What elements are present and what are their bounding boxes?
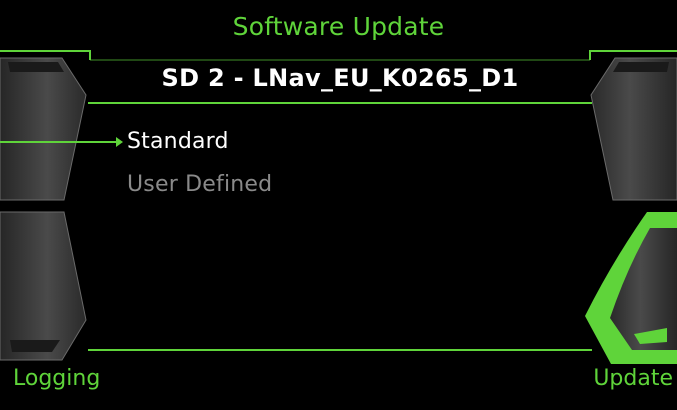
- software-update-screen: Software Update SD 2 - LNav_EU_K0265_D1 …: [0, 0, 677, 410]
- update-package-name: SD 2 - LNav_EU_K0265_D1: [161, 64, 519, 92]
- option-standard[interactable]: Standard: [127, 129, 229, 154]
- logging-softkey-label[interactable]: Logging: [13, 366, 100, 391]
- update-softkey-label[interactable]: Update: [593, 366, 673, 391]
- frame-lines: [0, 50, 677, 351]
- left-top-softkey[interactable]: [0, 58, 86, 200]
- screen-frame: [0, 50, 677, 364]
- option-user-defined[interactable]: User Defined: [127, 172, 272, 197]
- update-softkey[interactable]: [585, 212, 677, 364]
- page-title: Software Update: [232, 12, 445, 41]
- right-top-softkey[interactable]: [591, 58, 677, 200]
- triangle-left-icon: [116, 137, 123, 147]
- logging-softkey[interactable]: [0, 212, 86, 362]
